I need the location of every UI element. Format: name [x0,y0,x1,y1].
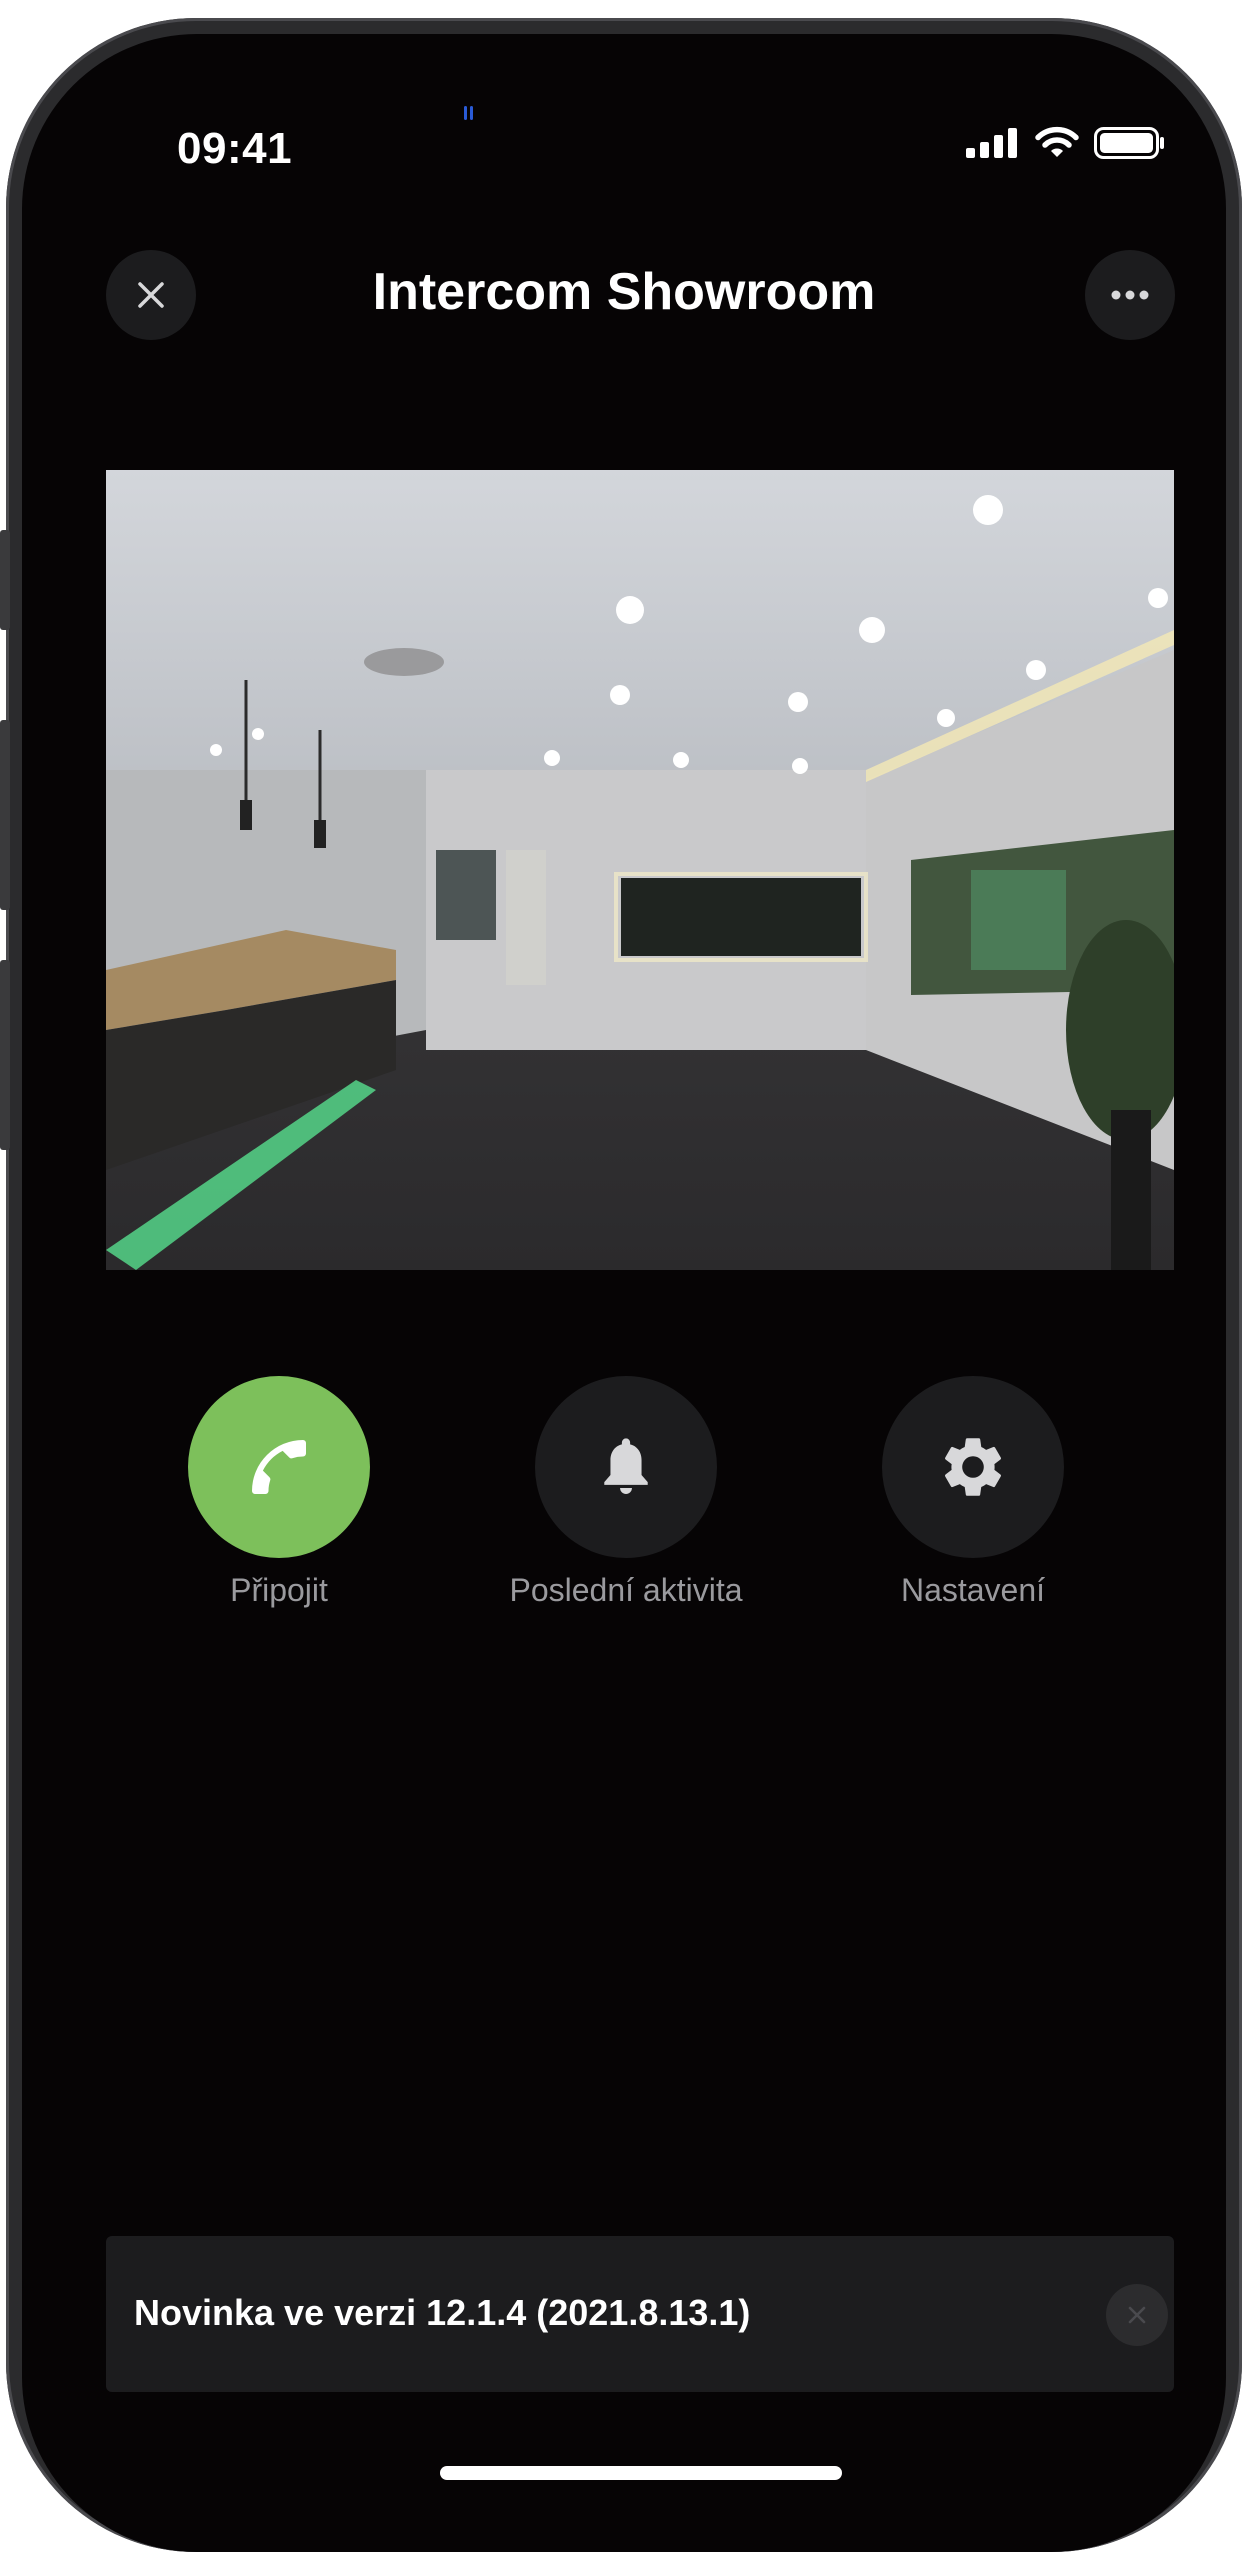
recent-activity-button[interactable] [535,1376,717,1558]
update-notice-banner[interactable]: Novinka ve verzi 12.1.4 (2021.8.13.1) [106,2236,1174,2392]
camera-image [106,470,1174,1270]
volume-down-button [0,960,10,1150]
bell-icon [604,1438,648,1494]
settings-button[interactable] [882,1376,1064,1558]
home-indicator[interactable] [440,2466,842,2480]
recent-activity-label: Poslední aktivita [509,1572,743,1608]
status-bar: 09:41 [22,34,1226,174]
wifi-icon [1035,126,1079,157]
notice-close-button[interactable] [1106,2284,1168,2346]
close-icon [1128,2306,1146,2324]
volume-up-button [0,720,10,910]
mute-switch [0,530,10,630]
gear-icon [944,1438,1002,1496]
cellular-signal-icon [966,128,1017,158]
live-camera-feed[interactable] [106,470,1174,1270]
page-title: Intercom Showroom [372,263,876,321]
phone-icon [252,1440,306,1494]
camera-indicator-icon [464,106,473,120]
settings-label: Nastavení [900,1572,1046,1608]
more-options-button[interactable] [1085,250,1175,340]
update-notice-text: Novinka ve verzi 12.1.4 (2021.8.13.1) [134,2292,751,2333]
battery-icon [1094,127,1164,159]
more-horizontal-icon [1111,290,1149,300]
app-screen: 09:41 Intercom Showroom Připojit Posledn… [22,34,1226,2552]
status-time: 09:41 [177,124,293,173]
connect-button[interactable] [188,1376,370,1558]
connect-label: Připojit [230,1572,328,1608]
